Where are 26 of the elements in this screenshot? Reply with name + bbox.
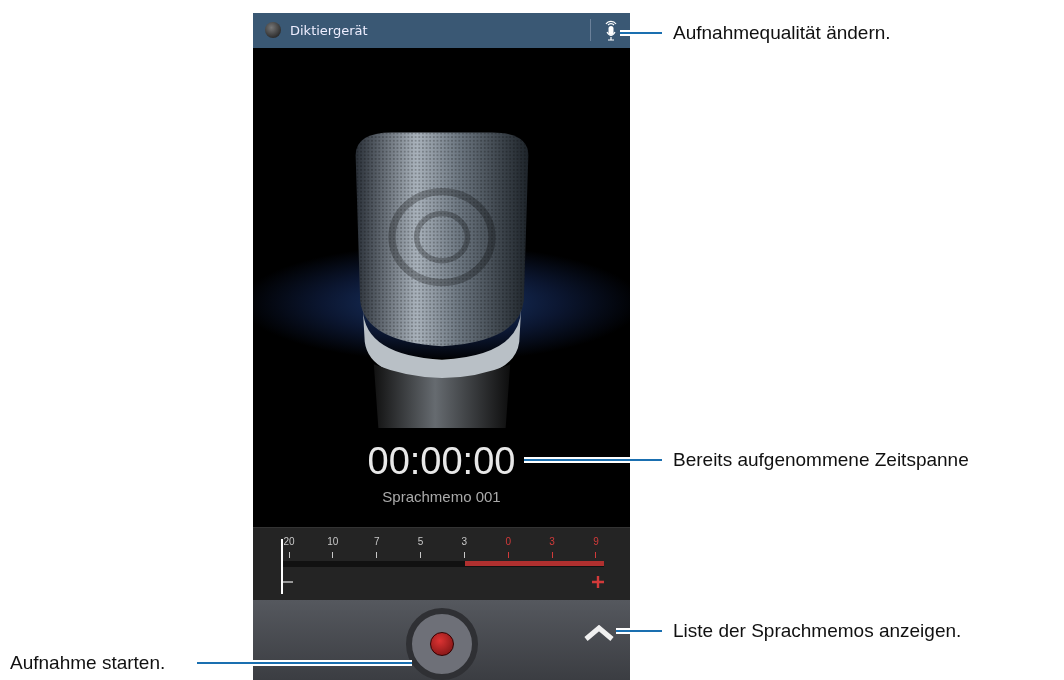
scale-label: 5	[417, 536, 424, 548]
scale-label: 3	[549, 536, 555, 548]
scale-tick	[551, 552, 553, 559]
app-icon	[265, 22, 281, 39]
scale-tick	[507, 552, 509, 559]
scale-label: 9	[593, 536, 599, 548]
file-name: Sprachmemo 001	[382, 487, 501, 505]
callout-text: Aufnahmequalität ändern.	[673, 21, 891, 45]
plus-icon	[592, 576, 604, 589]
scale-label: 20	[283, 536, 295, 548]
scale-label: 10	[327, 536, 339, 548]
callout-text: Bereits aufgenommene Zeitspanne	[673, 448, 969, 472]
minus-icon	[283, 581, 293, 584]
app-title: Diktiergerät	[290, 22, 369, 38]
scale-label: 7	[373, 536, 380, 548]
scale-tick	[288, 552, 290, 559]
scale-tick	[376, 552, 378, 559]
chevron-up-icon[interactable]	[584, 625, 614, 641]
callout-text: Liste der Sprachmemos anzeigen.	[673, 619, 962, 643]
scale-tick	[332, 552, 334, 559]
scale-tick	[420, 552, 422, 559]
callout-text: Aufnahme starten.	[10, 651, 166, 675]
scale-tick	[463, 552, 465, 559]
scale-tick	[595, 552, 597, 559]
scale-label: 0	[505, 536, 511, 548]
scale-label: 3	[461, 536, 468, 548]
